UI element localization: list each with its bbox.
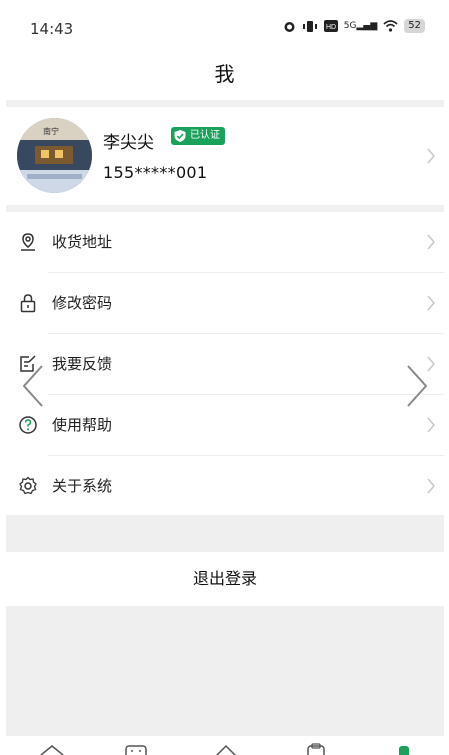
chevron-right-icon (427, 417, 435, 433)
settings-gear-icon (19, 476, 37, 495)
menu-item-label: 关于系统 (52, 477, 113, 495)
spacer-band (6, 515, 444, 552)
shield-check-icon (174, 130, 186, 142)
section-divider (6, 100, 444, 107)
menu-item-address[interactable]: 收货地址 (6, 212, 444, 273)
chevron-right-icon (427, 295, 435, 311)
badge-label: 已认证 (190, 130, 220, 141)
avatar-sign-text: 南宁 (43, 126, 59, 136)
empty-area (6, 606, 444, 736)
hd-icon: HD (323, 20, 338, 32)
alarm-icon (284, 21, 295, 32)
location-pin-icon (21, 233, 35, 251)
status-time: 14:43 (30, 20, 74, 38)
orders-icon[interactable] (302, 742, 330, 755)
chevron-right-icon (427, 148, 435, 164)
menu-item-about[interactable]: 关于系统 (6, 456, 444, 517)
profile-card[interactable]: 南宁 李尖尖 已认证 155*****001 (6, 108, 444, 205)
menu-item-help[interactable]: 使用帮助 (6, 395, 444, 456)
menu-item-label: 使用帮助 (52, 416, 113, 434)
page-title: 我 (214, 62, 235, 86)
svg-text:HD: HD (326, 24, 336, 31)
previous-arrow-icon[interactable] (18, 364, 48, 408)
menu-item-password[interactable]: 修改密码 (6, 273, 444, 334)
logout-label: 退出登录 (192, 569, 257, 588)
status-icons: HD 5G▂▄▆ 52 (283, 19, 425, 33)
status-bar: 14:43 HD 5G▂▄▆ 52 (0, 0, 449, 56)
wifi-icon (383, 20, 398, 32)
chevron-right-icon (427, 234, 435, 250)
lock-icon (20, 294, 36, 313)
logout-button[interactable]: 退出登录 (6, 552, 444, 606)
next-arrow-icon[interactable] (402, 364, 432, 408)
menu-item-label: 修改密码 (52, 294, 113, 312)
network-label: 5G (343, 21, 357, 31)
chevron-right-icon (427, 478, 435, 494)
category-icon[interactable] (122, 742, 150, 755)
settings-menu: 收货地址 修改密码 我要反馈 使用帮助 关于系统 (6, 212, 444, 517)
menu-item-feedback[interactable]: 我要反馈 (6, 334, 444, 395)
discover-icon[interactable] (212, 742, 240, 755)
home-icon[interactable] (38, 742, 66, 755)
profile-icon[interactable] (390, 742, 418, 755)
help-circle-icon (19, 416, 37, 434)
section-divider (6, 205, 444, 212)
app-screen: 14:43 HD 5G▂▄▆ 52 我 南宁 李尖尖 已认证 155*****0… (0, 0, 449, 755)
battery-icon: 52 (404, 19, 425, 33)
bottom-tab-bar (0, 736, 449, 755)
signal-icon: 5G▂▄▆ (343, 21, 378, 31)
verified-badge: 已认证 (171, 127, 225, 145)
user-name: 李尖尖 (103, 133, 154, 153)
header: 我 (0, 56, 449, 96)
menu-item-label: 收货地址 (52, 233, 113, 251)
menu-item-label: 我要反馈 (52, 355, 113, 373)
avatar[interactable]: 南宁 (17, 118, 92, 193)
avatar-image: 南宁 (17, 118, 92, 193)
phone-number: 155*****001 (103, 163, 208, 182)
vibrate-icon (302, 20, 317, 32)
